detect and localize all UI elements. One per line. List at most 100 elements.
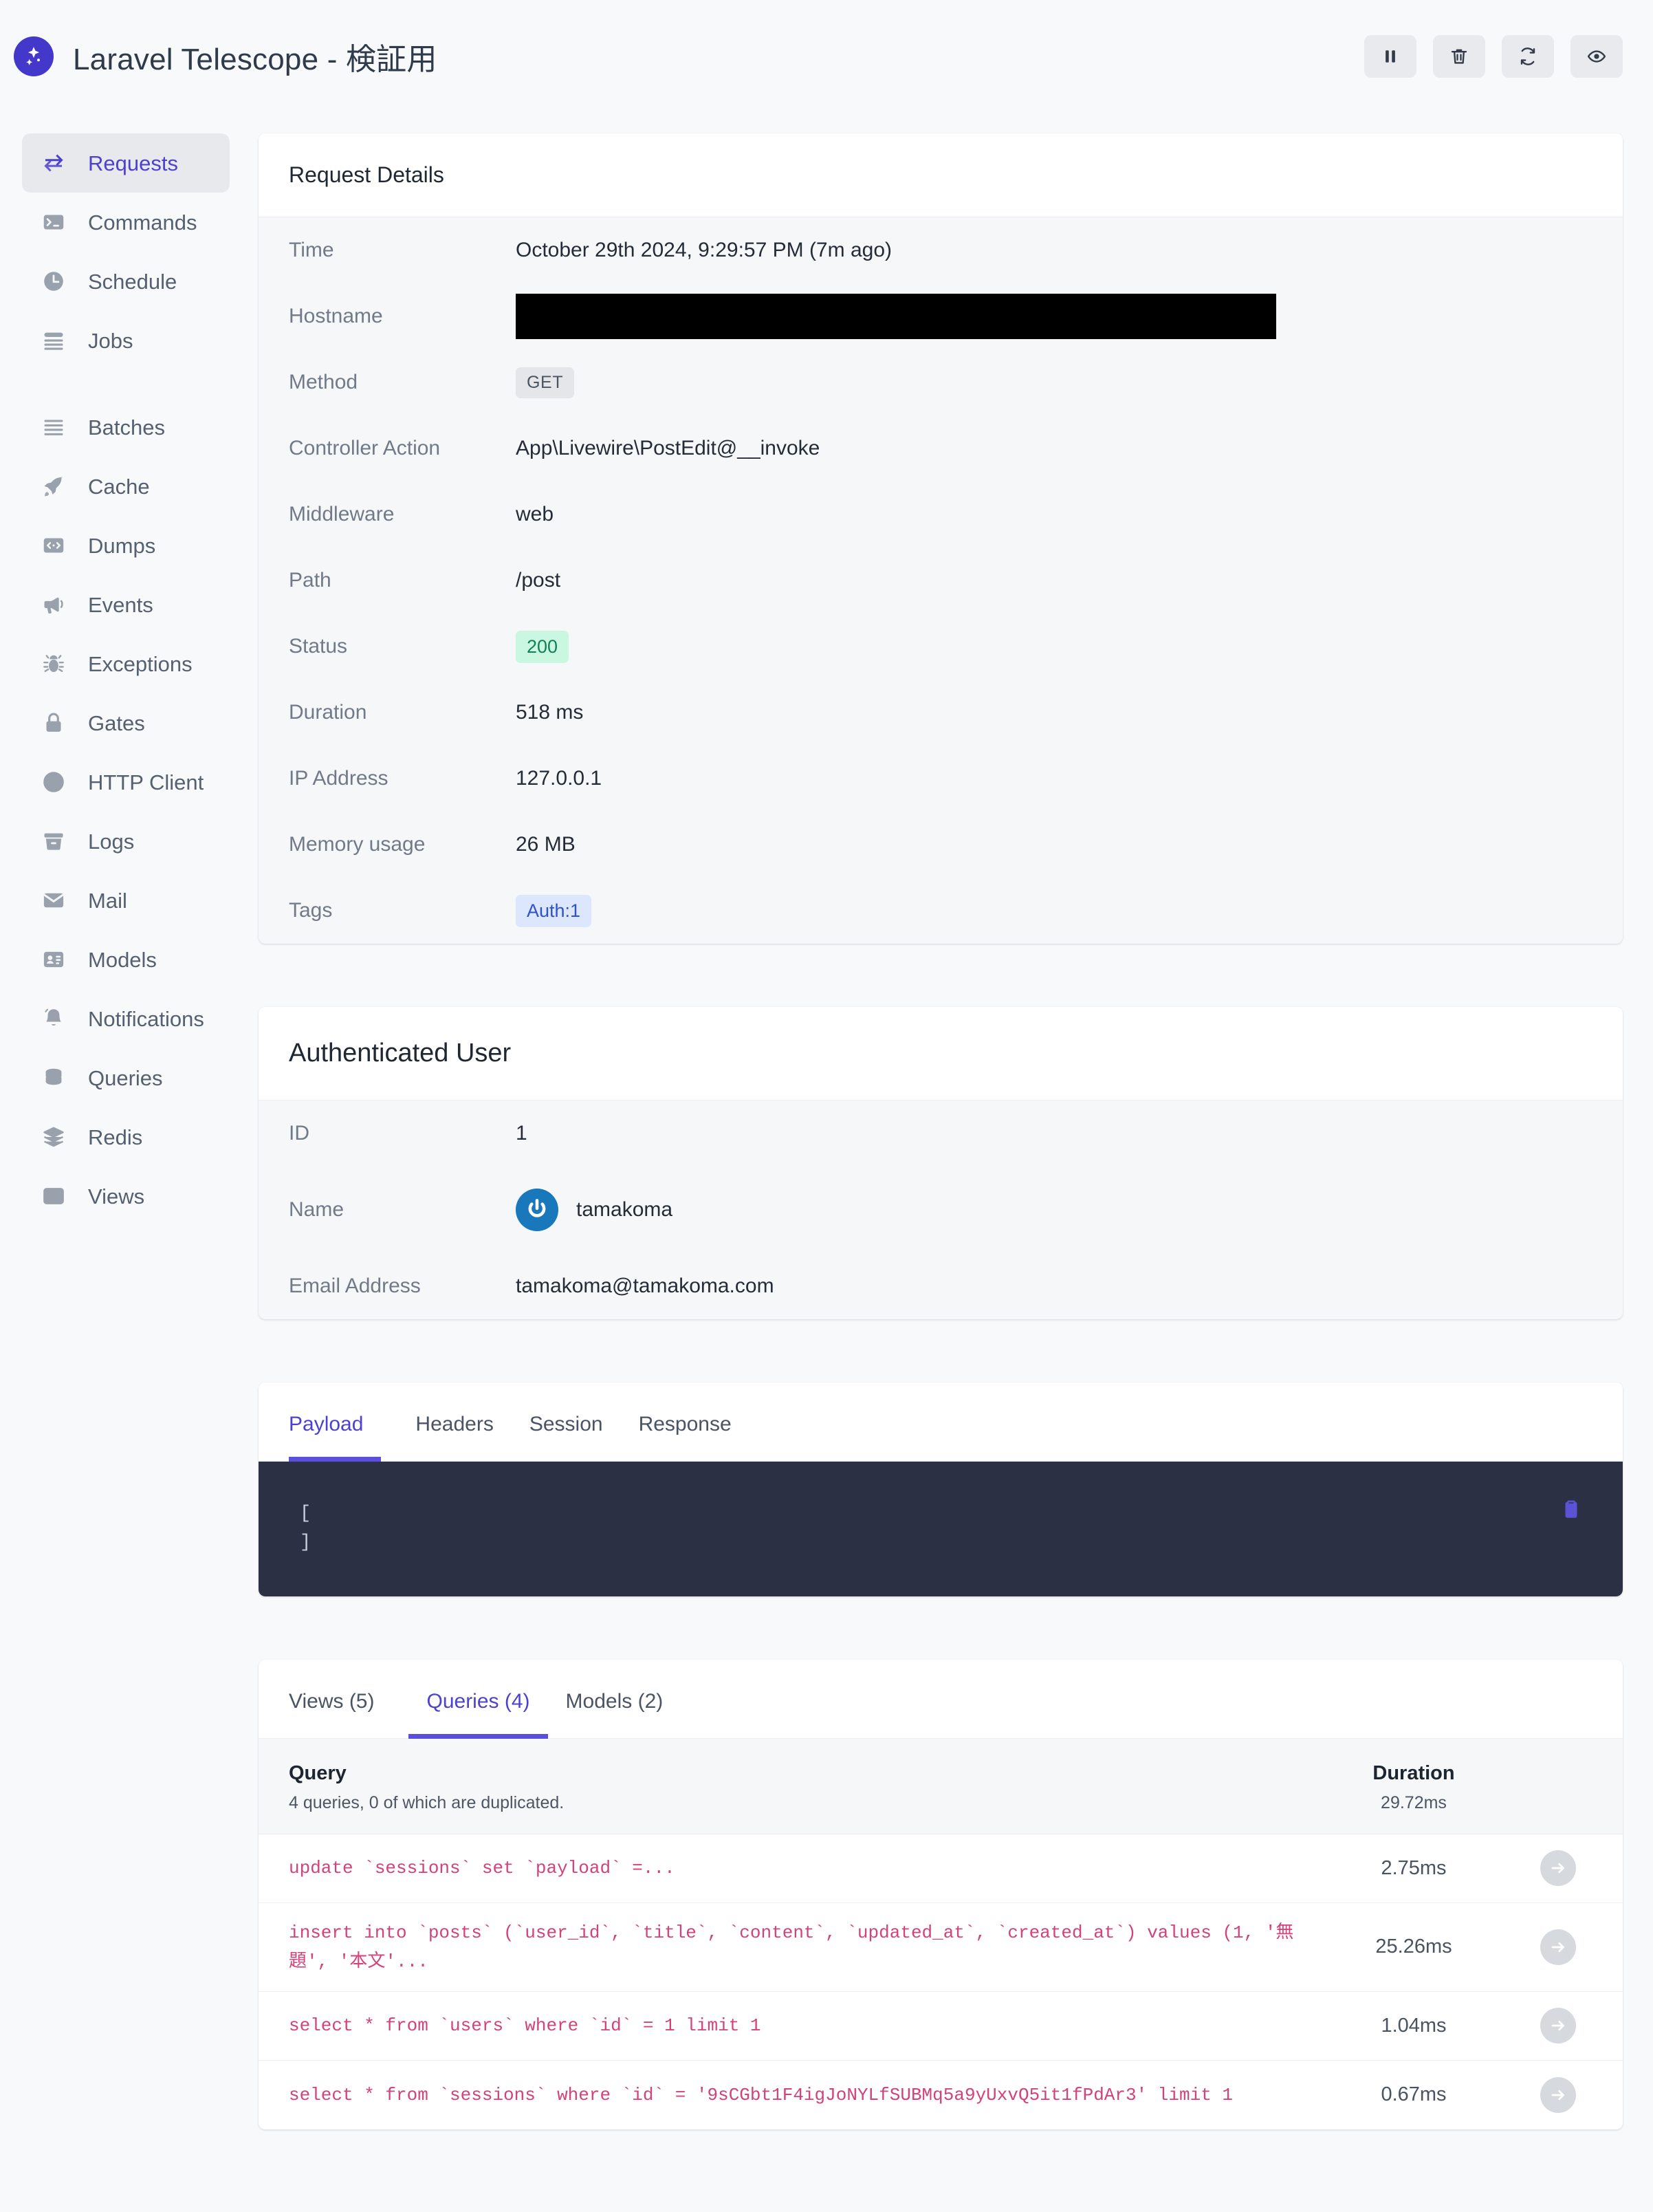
sidebar-item-http-client[interactable]: HTTP Client [22,752,230,812]
sidebar-item-dumps[interactable]: Dumps [22,516,230,575]
detail-label: Status [289,635,516,658]
authenticated-user-body: ID 1 Name tamakoma [259,1100,1623,1319]
table-row: select * from `users` where `id` = 1 lim… [259,1992,1623,2061]
sidebar-item-label: Commands [88,212,197,233]
status-badge: 200 [516,631,569,663]
detail-row-memory-usage: Memory usage 26 MB [259,812,1623,878]
sidebar-item-cache[interactable]: Cache [22,457,230,516]
sidebar-item-batches[interactable]: Batches [22,398,230,457]
detail-row-hostname: Hostname [259,283,1623,349]
arrow-right-circle-icon[interactable] [1540,2077,1576,2113]
clipboard-icon[interactable] [1559,1497,1583,1521]
sidebar-group-primary: Requests Commands Schedule Jobs [0,133,252,370]
query-duration: 25.26ms [1304,1936,1524,1958]
tab-session[interactable]: Session [512,1382,621,1461]
query-sql: select * from `sessions` where `id` = '9… [289,2081,1304,2110]
query-duration: 0.67ms [1304,2083,1524,2106]
sidebar-item-queries[interactable]: Queries [22,1048,230,1107]
sidebar-item-label: HTTP Client [88,772,204,793]
sidebar-item-label: Redis [88,1127,142,1148]
table-row: update `sessions` set `payload` =... 2.7… [259,1834,1623,1903]
sidebar-item-schedule[interactable]: Schedule [22,252,230,311]
detail-label: Method [289,371,516,394]
user-value-name: tamakoma [516,1189,672,1231]
detail-value-tags: Auth:1 [516,895,591,927]
tab-queries[interactable]: Queries (4) [408,1660,547,1738]
terminal-icon [40,208,67,236]
detail-row-status: Status 200 [259,614,1623,680]
detail-label: IP Address [289,767,516,790]
sidebar-item-jobs[interactable]: Jobs [22,311,230,370]
arrow-right-circle-icon[interactable] [1540,2008,1576,2043]
watch-button[interactable] [1570,35,1623,78]
sidebar-item-notifications[interactable]: Notifications [22,989,230,1048]
queries-table-header: Query 4 queries, 0 of which are duplicat… [259,1739,1623,1834]
pause-button[interactable] [1364,35,1416,78]
sidebar-item-label: Views [88,1186,144,1207]
authenticated-user-title: Authenticated User [259,1007,1623,1100]
sidebar-item-events[interactable]: Events [22,575,230,634]
tag-badge[interactable]: Auth:1 [516,895,591,927]
request-details-title: Request Details [259,133,1623,217]
user-row-email: Email Address tamakoma@tamakoma.com [259,1253,1623,1319]
lock-icon [40,709,67,737]
sidebar-item-redis[interactable]: Redis [22,1107,230,1167]
sidebar-item-gates[interactable]: Gates [22,693,230,752]
tab-payload[interactable]: Payload [289,1382,381,1461]
delete-button[interactable] [1433,35,1485,78]
sidebar-item-commands[interactable]: Commands [22,193,230,252]
detail-value-duration: 518 ms [516,701,583,724]
queries-col-query-label: Query [289,1762,1304,1785]
query-action [1524,2008,1592,2043]
sidebar-item-label: Jobs [88,330,133,351]
user-label-name: Name [289,1198,516,1222]
detail-label: Controller Action [289,437,516,460]
user-row-name: Name tamakoma [259,1167,1623,1253]
stack-lines-icon [40,327,67,354]
payload-tabs: Payload Headers Session Response [259,1382,1623,1462]
tab-headers[interactable]: Headers [397,1382,511,1461]
tab-views[interactable]: Views (5) [289,1660,392,1738]
refresh-button[interactable] [1502,35,1554,78]
sidebar-item-views[interactable]: Views [22,1167,230,1226]
tab-response[interactable]: Response [621,1382,749,1461]
rocket-icon [40,473,67,500]
sidebar-item-label: Requests [88,153,178,174]
detail-label: Time [289,239,516,262]
sidebar-item-label: Queries [88,1067,163,1089]
sidebar-item-logs[interactable]: Logs [22,812,230,871]
brand: Laravel Telescope - 検証用 [14,34,437,78]
query-duration: 1.04ms [1304,2015,1524,2037]
detail-value-time: October 29th 2024, 9:29:57 PM (7m ago) [516,239,892,262]
detail-value-middleware: web [516,503,554,526]
megaphone-icon [40,591,67,618]
query-sql: insert into `posts` (`user_id`, `title`,… [289,1918,1304,1976]
arrow-right-circle-icon[interactable] [1540,1929,1576,1965]
arrow-right-circle-icon[interactable] [1540,1850,1576,1886]
detail-value-controller-action: App\Livewire\PostEdit@__invoke [516,437,820,460]
payload-card: Payload Headers Session Response [ ] [259,1382,1623,1596]
query-action [1524,2077,1592,2113]
sparkle-icon [14,36,54,76]
bell-icon [40,1005,67,1032]
sidebar-item-label: Notifications [88,1008,204,1030]
sidebar-item-exceptions[interactable]: Exceptions [22,634,230,693]
table-row: select * from `sessions` where `id` = '9… [259,2061,1623,2129]
sidebar-item-models[interactable]: Models [22,930,230,989]
sidebar-item-mail[interactable]: Mail [22,871,230,930]
detail-row-middleware: Middleware web [259,481,1623,547]
page-title: Laravel Telescope - 検証用 [73,34,437,78]
detail-value-hostname [516,294,1276,339]
sidebar-item-label: Models [88,949,157,971]
detail-value-method: GET [516,367,574,398]
user-row-id: ID 1 [259,1100,1623,1167]
queries-card: Views (5) Queries (4) Models (2) Query 4… [259,1660,1623,2129]
swap-arrows-icon [40,149,67,177]
detail-label: Middleware [289,503,516,526]
header-actions [1364,35,1623,78]
tab-models[interactable]: Models (2) [548,1660,681,1738]
table-row: insert into `posts` (`user_id`, `title`,… [259,1903,1623,1992]
query-action [1524,1850,1592,1886]
sidebar-item-requests[interactable]: Requests [22,133,230,193]
payload-code-block: [ ] [259,1462,1623,1596]
